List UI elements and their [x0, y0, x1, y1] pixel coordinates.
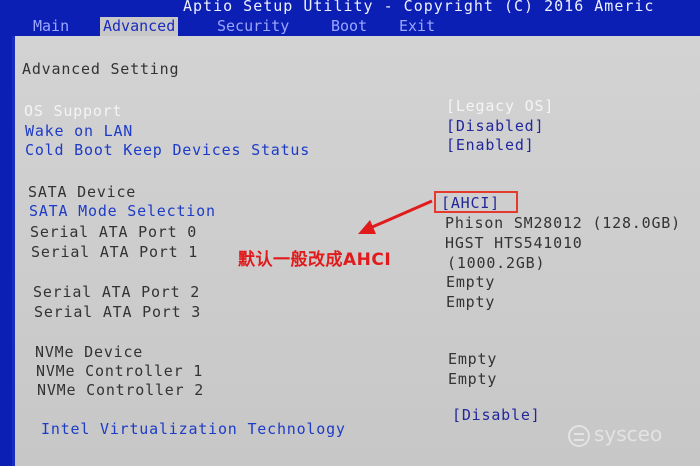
- watermark-logo-icon: [568, 424, 590, 447]
- intel-vt-value[interactable]: [Disable]: [452, 406, 540, 424]
- cold-boot-label[interactable]: Cold Boot Keep Devices Status: [25, 141, 310, 159]
- panel-title: Advanced Setting: [22, 60, 180, 78]
- os-support-value[interactable]: [Legacy OS]: [446, 97, 554, 115]
- sata-port2-value: Empty: [446, 273, 496, 291]
- sata-port3-value: Empty: [446, 293, 496, 311]
- tab-bar: Main Advanced Security Boot Exit: [0, 14, 700, 36]
- wake-on-lan-value[interactable]: [Disabled]: [446, 117, 544, 135]
- tab-main[interactable]: Main: [30, 16, 72, 36]
- watermark-text: sysceo: [594, 422, 663, 446]
- annotation-arrow: [358, 199, 433, 234]
- sata-port3-label: Serial ATA Port 3: [34, 303, 202, 321]
- nvme-ctrl1-label: NVMe Controller 1: [36, 362, 204, 380]
- sata-port2-label: Serial ATA Port 2: [33, 283, 201, 301]
- ahci-highlight-box: [434, 191, 518, 213]
- sata-port1-value-line2: (1000.2GB): [447, 254, 546, 272]
- annotation-text: 默认一般改成AHCI: [238, 250, 392, 270]
- nvme-ctrl2-value: Empty: [448, 370, 498, 388]
- nvme-ctrl1-value: Empty: [448, 350, 498, 368]
- tab-advanced[interactable]: Advanced: [100, 17, 179, 36]
- os-support-label[interactable]: OS Support: [24, 102, 122, 120]
- nvme-device-heading: NVMe Device: [35, 343, 144, 361]
- cold-boot-value[interactable]: [Enabled]: [446, 136, 534, 154]
- tab-exit[interactable]: Exit: [396, 16, 438, 36]
- wake-on-lan-label[interactable]: Wake on LAN: [25, 122, 133, 140]
- sata-port1-value-line1: HGST HTS541010: [445, 234, 583, 252]
- sata-mode-label[interactable]: SATA Mode Selection: [29, 202, 216, 220]
- watermark: sysceo: [568, 422, 662, 447]
- sata-port1-label: Serial ATA Port 1: [31, 243, 199, 261]
- intel-vt-label[interactable]: Intel Virtualization Technology: [41, 420, 346, 438]
- annotation-arrow-shaft: [369, 199, 433, 230]
- title-bar: Aptio Setup Utility - Copyright (C) 2016…: [0, 0, 700, 14]
- sata-port0-value: Phison SM28012 (128.0GB): [445, 214, 681, 232]
- tab-security[interactable]: Security: [214, 16, 292, 36]
- sata-device-heading: SATA Device: [28, 183, 137, 201]
- sata-port0-label: Serial ATA Port 0: [30, 223, 198, 241]
- tab-boot[interactable]: Boot: [328, 16, 370, 36]
- nvme-ctrl2-label: NVMe Controller 2: [37, 381, 205, 399]
- title-text: Aptio Setup Utility - Copyright (C) 2016…: [183, 0, 655, 15]
